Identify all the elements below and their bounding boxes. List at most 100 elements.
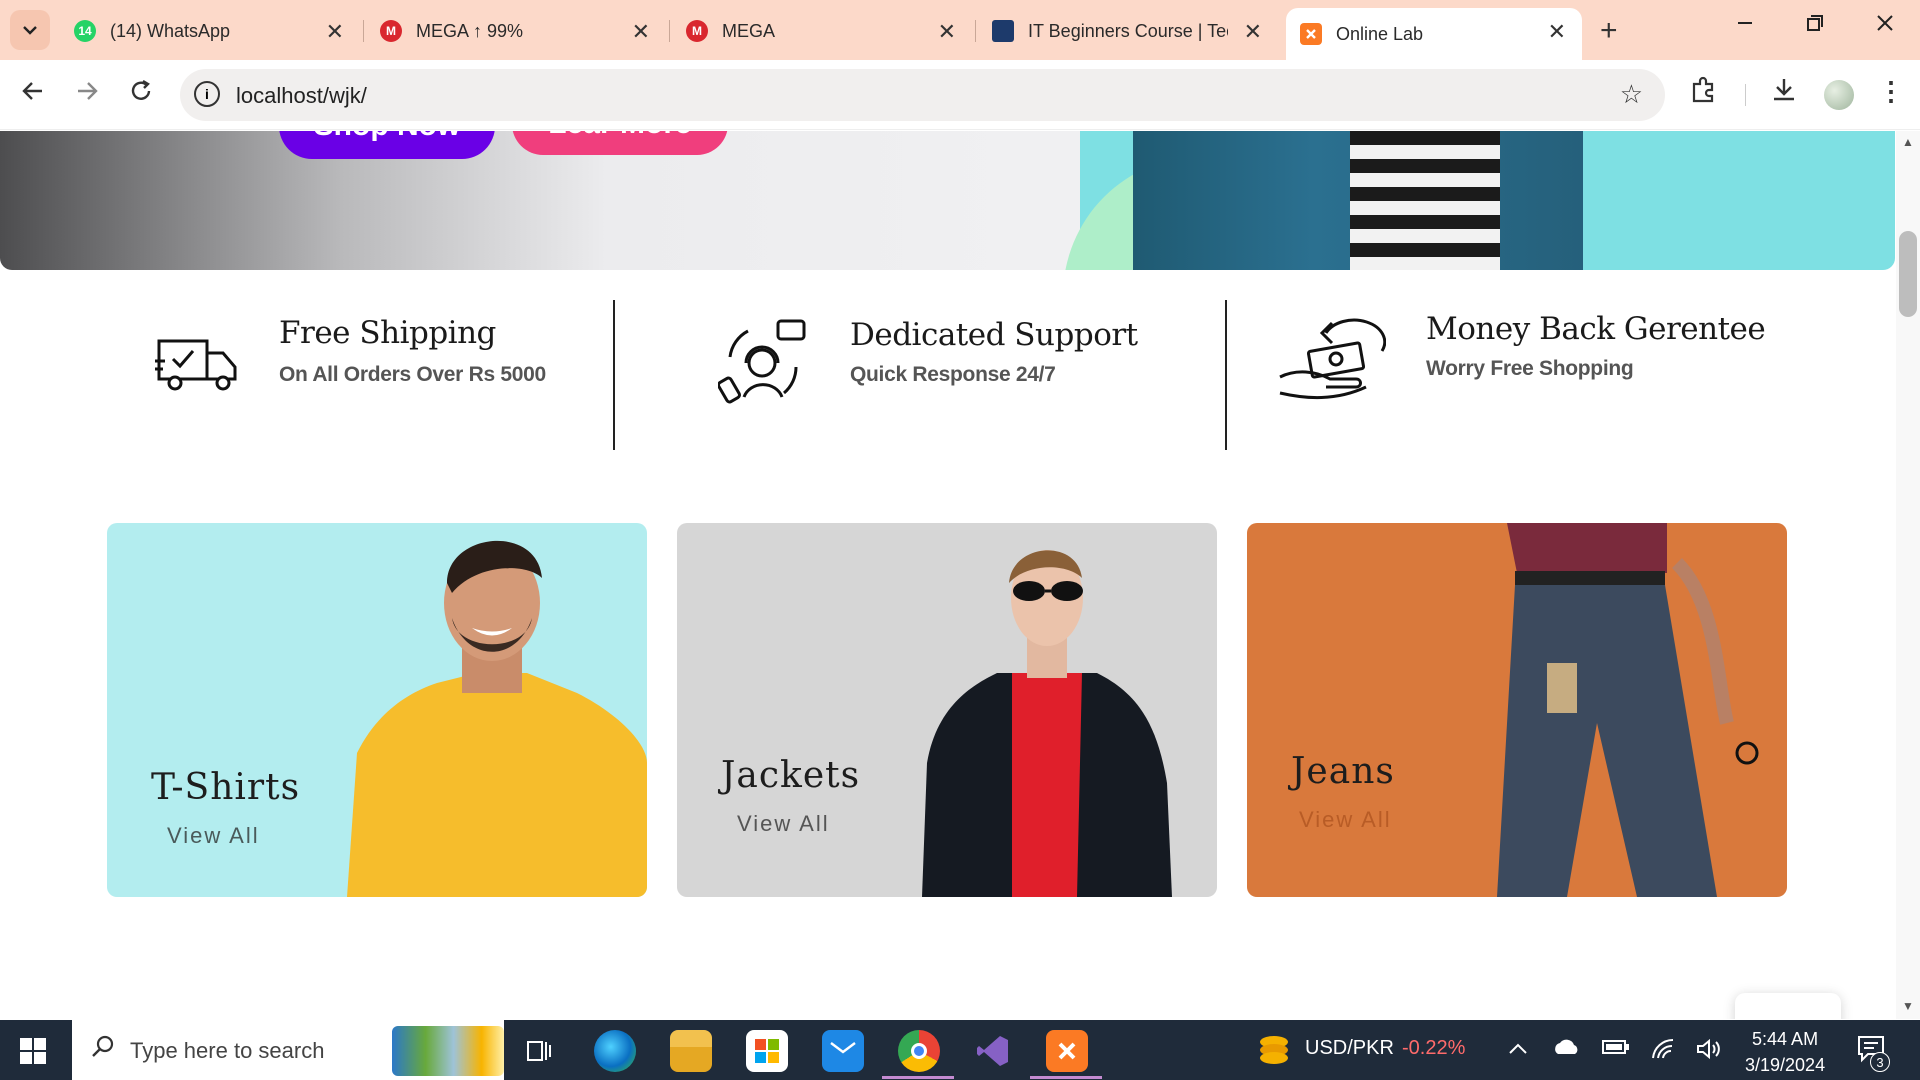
vertical-scrollbar[interactable]: ▲ ▼ [1896, 131, 1920, 1019]
hero-model-shirt [1350, 131, 1500, 270]
view-all-link[interactable]: View All [167, 823, 260, 849]
tab-title: Online Lab [1336, 23, 1424, 44]
tab-mega[interactable]: M MEGA ✕ [672, 8, 972, 54]
mail-icon[interactable] [822, 1030, 864, 1072]
more-options-icon[interactable]: ⋮ [1878, 76, 1904, 107]
envelope-glyph [830, 1042, 856, 1054]
toolbar-separator [1745, 84, 1746, 106]
view-all-link[interactable]: View All [737, 811, 830, 837]
feature-free-shipping: Free Shipping On All Orders Over Rs 5000 [155, 315, 546, 401]
store-glyph [755, 1039, 779, 1063]
taskbar-search[interactable]: Type here to search [72, 1020, 504, 1080]
scrollbar-thumb[interactable] [1899, 231, 1917, 317]
search-placeholder[interactable]: Type here to search [130, 1038, 324, 1064]
task-view-glyph [527, 1041, 551, 1061]
show-hidden-icons-chevron-up-icon[interactable] [1508, 1038, 1528, 1061]
currency-pair[interactable]: USD/PKR [1305, 1037, 1394, 1060]
back-button[interactable] [20, 78, 46, 111]
restore-button[interactable] [1806, 12, 1824, 38]
whatsapp-icon: 14 [74, 20, 96, 42]
chevron-up-glyph [1509, 1043, 1527, 1054]
system-clock[interactable]: 5:44 AM 3/19/2024 [1745, 1026, 1825, 1078]
cart-button[interactable] [1735, 993, 1841, 1019]
battery-icon[interactable] [1602, 1038, 1630, 1061]
wifi-icon[interactable] [1650, 1038, 1676, 1066]
feature-subtitle: Worry Free Shopping [1426, 357, 1634, 380]
mega-icon: M [380, 20, 402, 42]
close-tab-icon[interactable]: ✕ [632, 19, 650, 45]
tab-mega-upload[interactable]: M MEGA ↑ 99% ✕ [366, 8, 666, 54]
tab-it-course[interactable]: IT Beginners Course | Tec ✕ [978, 8, 1278, 54]
tab-separator [975, 20, 976, 42]
new-tab-button[interactable]: + [1600, 14, 1618, 48]
tab-online-lab[interactable]: Online Lab ✕ [1286, 8, 1582, 60]
tab-title: (14) WhatsApp [110, 20, 231, 41]
cloud-glyph [1555, 1039, 1578, 1054]
chevron-down-icon [23, 26, 37, 35]
close-tab-icon[interactable]: ✕ [938, 19, 956, 45]
puzzle-glyph [1692, 76, 1714, 103]
currency-widget-icon[interactable] [1256, 1032, 1292, 1074]
extensions-icon[interactable] [1690, 76, 1718, 111]
start-button[interactable] [20, 1038, 46, 1069]
address-bar[interactable]: i localhost/wjk/ ☆ [180, 69, 1665, 121]
category-card-jackets[interactable]: Jackets View All [677, 523, 1217, 897]
tab-search-button[interactable] [10, 10, 50, 50]
forward-button[interactable] [74, 78, 100, 111]
reload-button[interactable] [128, 78, 154, 111]
chrome-icon[interactable] [898, 1030, 940, 1072]
scroll-down-arrow[interactable]: ▼ [1902, 999, 1914, 1013]
feature-title: Money Back Gerentee [1426, 311, 1766, 347]
category-card-tshirts[interactable]: T-Shirts View All [107, 523, 647, 897]
truck-glyph [155, 339, 237, 391]
scroll-up-arrow[interactable]: ▲ [1902, 135, 1914, 149]
microsoft-store-icon[interactable] [746, 1030, 788, 1072]
close-tab-icon[interactable]: ✕ [1548, 19, 1566, 45]
onedrive-cloud-icon[interactable] [1552, 1038, 1580, 1062]
shop-now-button[interactable]: Shop Now [279, 131, 495, 159]
arrow-right-icon [78, 82, 98, 100]
course-icon [992, 20, 1014, 42]
money-back-icon [1276, 313, 1387, 403]
coins-glyph [1260, 1036, 1288, 1064]
volume-icon[interactable] [1696, 1038, 1722, 1066]
learn-more-button[interactable]: Lear More [512, 131, 728, 155]
close-window-button[interactable] [1876, 12, 1894, 38]
site-info-icon[interactable]: i [194, 81, 220, 107]
category-card-jeans[interactable]: Jeans View All [1247, 523, 1787, 897]
edge-icon[interactable] [594, 1030, 636, 1072]
vs-glyph [977, 1036, 1008, 1066]
feature-divider [613, 300, 615, 450]
search-highlight-image[interactable] [392, 1026, 504, 1076]
reload-icon [131, 79, 151, 100]
close-tab-icon[interactable]: ✕ [326, 19, 344, 45]
feature-money-back: Money Back Gerentee Worry Free Shopping [1276, 311, 1766, 403]
minimize-button[interactable] [1736, 12, 1754, 38]
file-explorer-icon[interactable] [670, 1030, 712, 1072]
category-title: Jeans [1291, 751, 1395, 792]
speaker-glyph [1697, 1038, 1720, 1060]
windows-taskbar: Type here to search USD/PKR -0.22% 5:44 … [0, 1020, 1920, 1080]
profile-avatar[interactable] [1824, 80, 1854, 110]
url-text[interactable]: localhost/wjk/ [236, 83, 367, 109]
xampp-running-indicator [1030, 1076, 1102, 1079]
battery-glyph [1602, 1040, 1629, 1054]
downloads-icon[interactable] [1770, 76, 1798, 111]
visual-studio-icon[interactable] [972, 1030, 1014, 1072]
task-view-icon[interactable] [518, 1030, 560, 1072]
notification-center-icon[interactable]: 3 [1856, 1034, 1890, 1072]
money-hand-glyph [1279, 318, 1387, 400]
xampp-glyph [1306, 29, 1316, 39]
wifi-glyph [1652, 1038, 1674, 1059]
chrome-running-indicator [882, 1076, 954, 1079]
close-tab-icon[interactable]: ✕ [1244, 19, 1262, 45]
currency-change[interactable]: -0.22% [1402, 1037, 1465, 1060]
view-all-link[interactable]: View All [1299, 807, 1392, 833]
bookmark-star-icon[interactable]: ☆ [1620, 79, 1643, 110]
xampp-icon[interactable] [1046, 1030, 1088, 1072]
jeans-model-image [1497, 523, 1759, 897]
tab-whatsapp[interactable]: 14 (14) WhatsApp ✕ [60, 8, 360, 54]
search-icon [90, 1034, 116, 1067]
windows-logo-icon [20, 1038, 46, 1064]
mega-icon: M [686, 20, 708, 42]
